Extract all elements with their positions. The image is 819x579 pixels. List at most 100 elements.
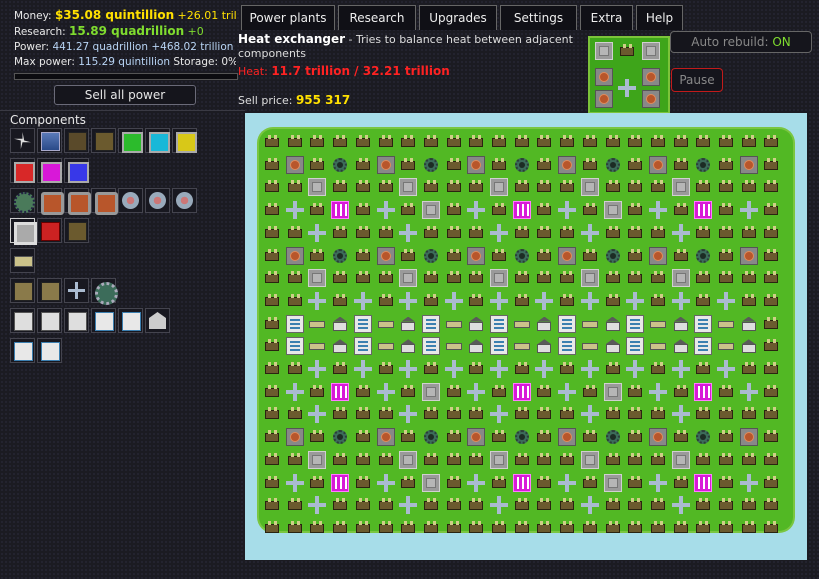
generator-tile[interactable] [535, 156, 553, 174]
generator-tile[interactable] [694, 405, 712, 423]
palette-slot[interactable] [91, 128, 116, 153]
generator-tile[interactable] [263, 360, 281, 378]
generator-tile[interactable] [762, 451, 780, 469]
generator-tile[interactable] [762, 519, 780, 537]
pipe-tile[interactable] [376, 382, 395, 401]
heat-exchanger-tile[interactable] [467, 155, 486, 174]
generator-tile[interactable] [717, 405, 735, 423]
pipe-tile[interactable] [399, 405, 418, 424]
generator-tile[interactable] [513, 269, 531, 287]
battery-tile[interactable] [308, 315, 326, 333]
cell-tile[interactable] [694, 382, 713, 401]
generator-tile[interactable] [263, 405, 281, 423]
heat-exchanger-tile[interactable] [739, 428, 758, 447]
pipe-tile[interactable] [444, 360, 463, 378]
generator-tile[interactable] [535, 247, 553, 265]
palette-slot[interactable] [118, 308, 143, 333]
generator-tile[interactable] [377, 496, 395, 514]
generator-tile[interactable] [331, 224, 349, 242]
reactor-grid[interactable] [245, 113, 807, 560]
generator-tile[interactable] [354, 133, 372, 151]
house-tile[interactable] [672, 337, 690, 355]
pipe-tile[interactable] [717, 360, 735, 378]
generator-tile[interactable] [604, 224, 622, 242]
generator-tile[interactable] [331, 133, 349, 151]
pipe-tile[interactable] [444, 291, 463, 310]
generator-tile[interactable] [762, 156, 780, 174]
generator-tile[interactable] [263, 519, 281, 537]
gear-tile[interactable] [694, 247, 712, 265]
battery-tile[interactable] [377, 337, 395, 355]
generator-tile[interactable] [762, 428, 780, 446]
generator-tile[interactable] [740, 269, 758, 287]
generator-tile[interactable] [762, 337, 780, 355]
generator-tile[interactable] [513, 360, 531, 378]
office-tile[interactable] [421, 314, 440, 333]
pipe-tile[interactable] [580, 360, 599, 378]
heat-sink-tile[interactable] [580, 450, 599, 469]
generator-tile[interactable] [263, 315, 281, 333]
generator-tile[interactable] [286, 269, 304, 287]
generator-tile[interactable] [331, 360, 349, 378]
generator-tile[interactable] [354, 496, 372, 514]
generator-tile[interactable] [331, 178, 349, 196]
generator-tile[interactable] [535, 474, 553, 492]
generator-tile[interactable] [762, 474, 780, 492]
palette-slot[interactable] [172, 188, 197, 213]
house-tile[interactable] [672, 315, 690, 333]
generator-tile[interactable] [672, 474, 690, 492]
generator-tile[interactable] [263, 292, 281, 310]
generator-tile[interactable] [422, 224, 440, 242]
generator-tile[interactable] [672, 519, 690, 537]
palette-slot[interactable] [10, 278, 35, 303]
generator-tile[interactable] [308, 519, 326, 537]
pipe-tile[interactable] [490, 223, 508, 242]
cell-tile[interactable] [512, 473, 531, 492]
generator-tile[interactable] [558, 451, 576, 469]
battery-tile[interactable] [308, 337, 326, 355]
office-tile[interactable] [490, 337, 508, 356]
gear-tile[interactable] [422, 428, 440, 446]
palette-slot[interactable] [10, 128, 35, 153]
generator-tile[interactable] [377, 451, 395, 469]
generator-tile[interactable] [626, 496, 644, 514]
generator-tile[interactable] [535, 451, 553, 469]
generator-tile[interactable] [717, 269, 735, 287]
generator-tile[interactable] [626, 519, 644, 537]
generator-tile[interactable] [354, 247, 372, 265]
generator-tile[interactable] [467, 496, 485, 514]
pipe-tile[interactable] [285, 382, 304, 401]
generator-tile[interactable] [558, 519, 576, 537]
cell-tile[interactable] [331, 382, 350, 401]
generator-tile[interactable] [649, 360, 667, 378]
generator-tile[interactable] [467, 178, 485, 196]
generator-tile[interactable] [762, 133, 780, 151]
generator-tile[interactable] [649, 405, 667, 423]
heat-sink-tile[interactable] [603, 473, 622, 492]
generator-tile[interactable] [490, 156, 508, 174]
gear-tile[interactable] [331, 428, 349, 446]
generator-tile[interactable] [694, 519, 712, 537]
generator-tile[interactable] [263, 224, 281, 242]
pipe-tile[interactable] [490, 405, 508, 424]
heat-exchanger-tile[interactable] [648, 155, 667, 174]
heat-sink-tile[interactable] [308, 450, 327, 469]
generator-tile[interactable] [286, 519, 304, 537]
pipe-tile[interactable] [671, 496, 690, 515]
office-tile[interactable] [694, 314, 713, 333]
generator-tile[interactable] [740, 519, 758, 537]
generator-tile[interactable] [558, 496, 576, 514]
heat-sink-tile[interactable] [421, 382, 440, 401]
generator-tile[interactable] [626, 247, 644, 265]
pipe-tile[interactable] [353, 360, 372, 378]
palette-slot[interactable] [37, 128, 62, 153]
generator-tile[interactable] [604, 269, 622, 287]
generator-tile[interactable] [762, 269, 780, 287]
generator-tile[interactable] [535, 178, 553, 196]
generator-tile[interactable] [604, 292, 622, 310]
generator-tile[interactable] [445, 519, 463, 537]
heat-sink-tile[interactable] [671, 178, 690, 197]
generator-tile[interactable] [558, 178, 576, 196]
house-tile[interactable] [467, 337, 485, 355]
office-tile[interactable] [285, 314, 304, 333]
